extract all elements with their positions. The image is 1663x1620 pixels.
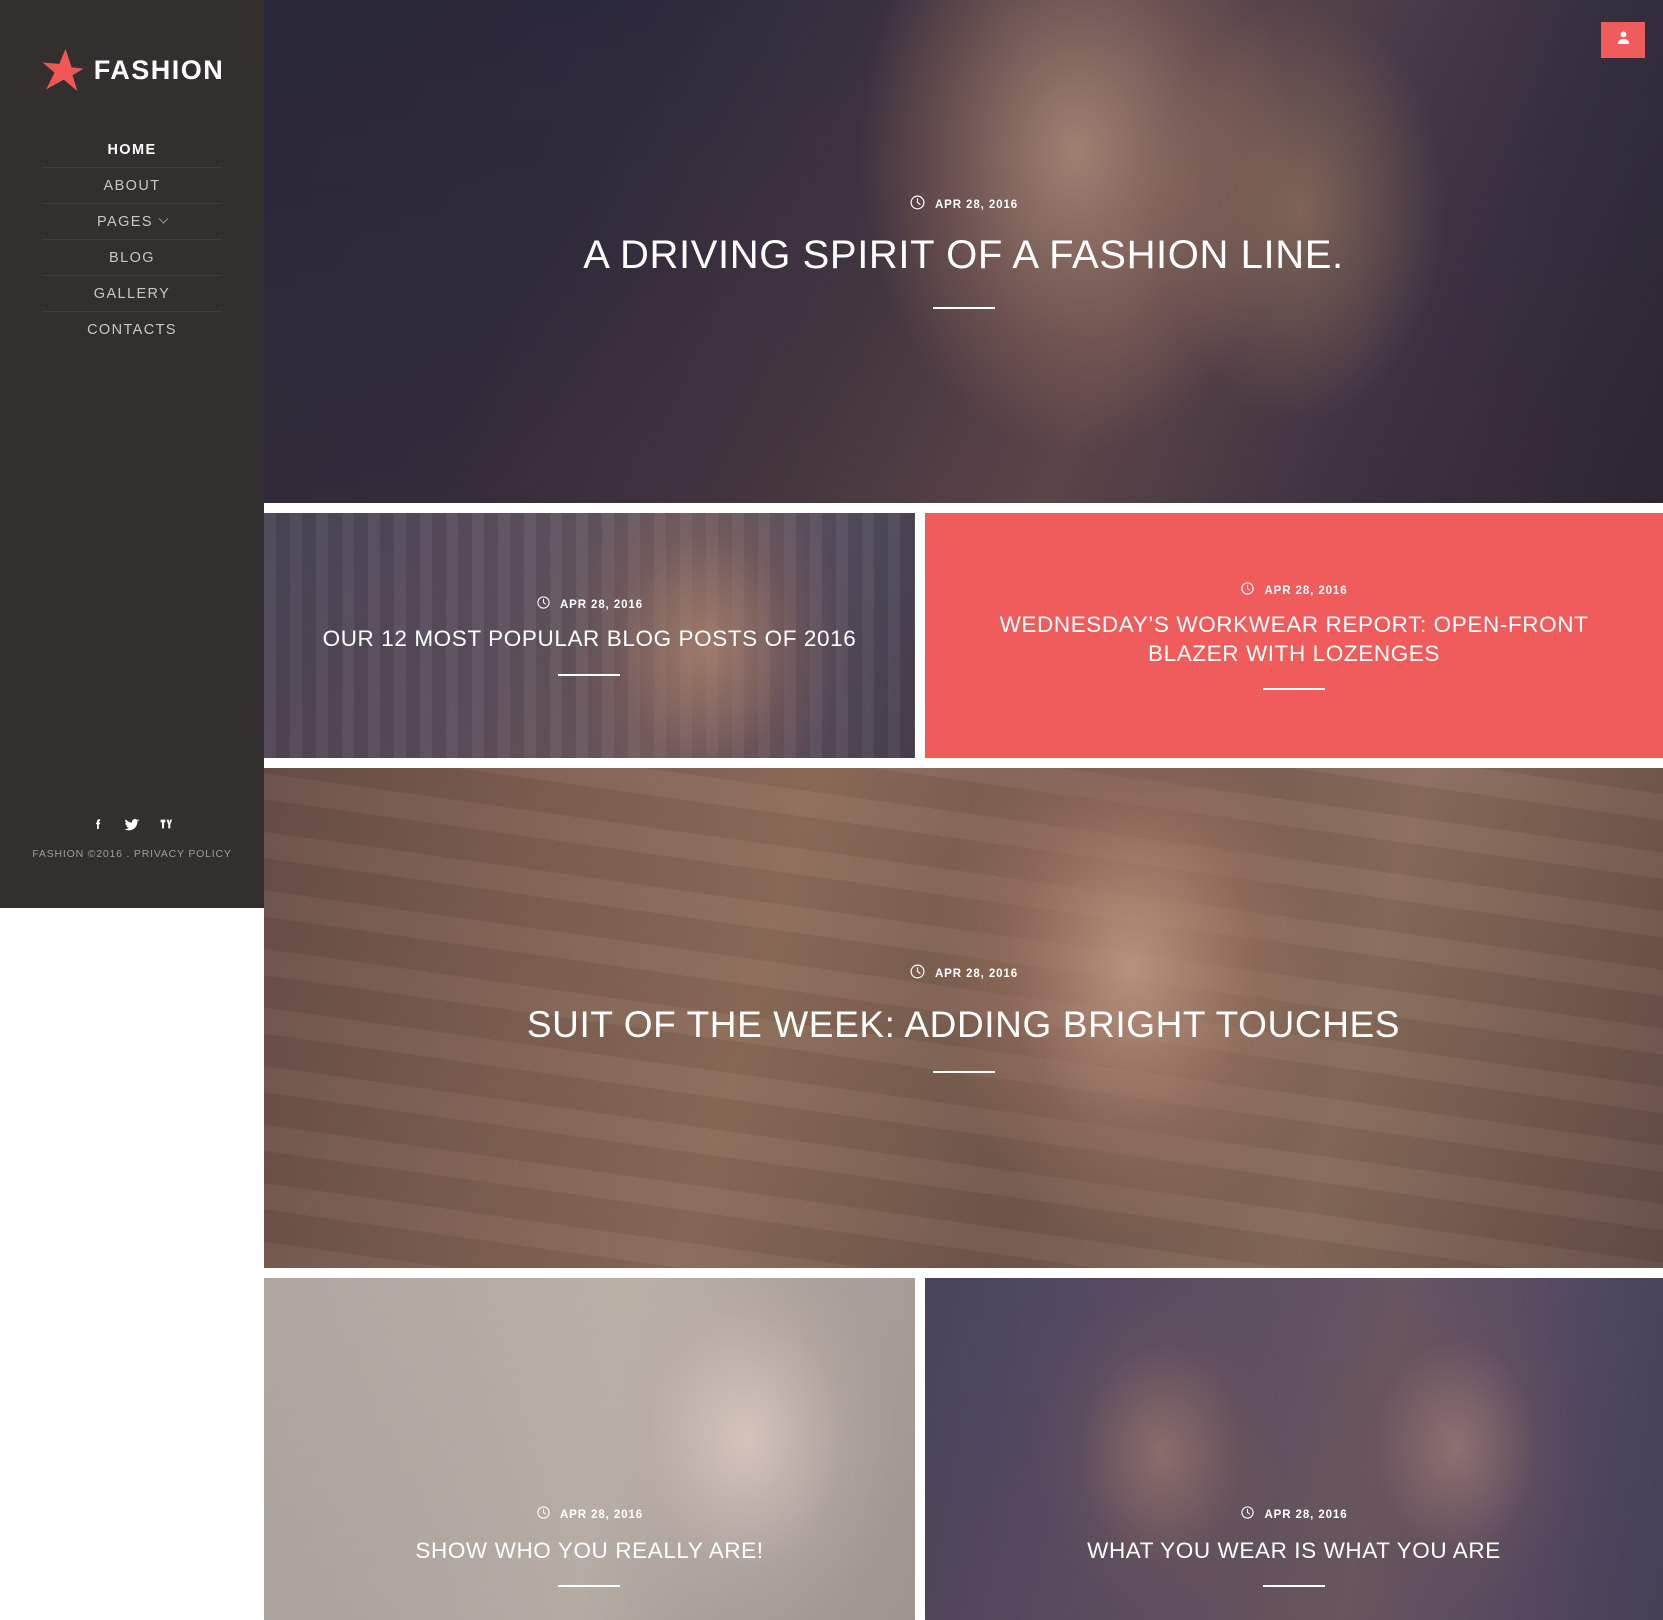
- account-button[interactable]: [1601, 22, 1645, 58]
- sidebar-item-label: PAGES: [97, 213, 153, 230]
- post-card-show[interactable]: APR 28, 2016 SHOW WHO YOU REALLY ARE!: [264, 1278, 915, 1620]
- post-content: APR 28, 2016 A DRIVING SPIRIT OF A FASHI…: [362, 194, 1565, 310]
- sidebar-item-label: ABOUT: [103, 177, 161, 194]
- twitter-icon[interactable]: [123, 816, 141, 834]
- post-meta: APR 28, 2016: [977, 1505, 1612, 1525]
- post-grid: APR 28, 2016 A DRIVING SPIRIT OF A FASHI…: [264, 0, 1663, 1620]
- chevron-down-icon: [158, 213, 169, 224]
- post-title: SHOW WHO YOU REALLY ARE!: [415, 1537, 764, 1563]
- post-title: WHAT YOU WEAR IS WHAT YOU ARE: [1087, 1537, 1501, 1563]
- sidebar-item-label: BLOG: [109, 249, 155, 266]
- post-title: SUIT OF THE WEEK: ADDING BRIGHT TOUCHES: [526, 1004, 1401, 1046]
- clock-icon: [909, 194, 926, 216]
- star-icon: [40, 48, 84, 92]
- post-card-popular[interactable]: APR 28, 2016 OUR 12 MOST POPULAR BLOG PO…: [264, 513, 915, 758]
- sidebar-item-label: CONTACTS: [87, 322, 177, 338]
- post-card-suit[interactable]: APR 28, 2016 SUIT OF THE WEEK: ADDING BR…: [264, 768, 1663, 1268]
- post-row-1: APR 28, 2016 A DRIVING SPIRIT OF A FASHI…: [264, 0, 1663, 503]
- post-date: APR 28, 2016: [934, 198, 1019, 211]
- main-content: APR 28, 2016 A DRIVING SPIRIT OF A FASHI…: [264, 0, 1663, 1620]
- sidebar-item-label: GALLERY: [93, 285, 171, 302]
- post-content: APR 28, 2016 SUIT OF THE WEEK: ADDING BR…: [362, 963, 1565, 1073]
- sidebar: FASHION HOME ABOUT PAGES BLOG GALLERY CO…: [0, 0, 264, 908]
- brand-name: FASHION: [93, 54, 225, 85]
- page-root: FASHION HOME ABOUT PAGES BLOG GALLERY CO…: [0, 0, 1663, 1620]
- youtube-icon[interactable]: [157, 816, 175, 834]
- title-divider: [932, 1070, 995, 1073]
- post-meta: APR 28, 2016: [362, 194, 1565, 216]
- title-divider: [558, 1585, 621, 1588]
- post-row-3: APR 28, 2016 SUIT OF THE WEEK: ADDING BR…: [264, 768, 1663, 1268]
- sidebar-item-home[interactable]: HOME: [42, 132, 222, 168]
- post-date: APR 28, 2016: [559, 1508, 644, 1521]
- post-card-wear[interactable]: APR 28, 2016 WHAT YOU WEAR IS WHAT YOU A…: [925, 1278, 1663, 1620]
- post-card-workwear[interactable]: APR 28, 2016 WEDNESDAY’S WORKWEAR REPORT…: [925, 513, 1663, 758]
- sidebar-item-pages[interactable]: PAGES: [42, 204, 222, 240]
- sidebar-item-blog[interactable]: BLOG: [42, 240, 222, 276]
- post-title: A DRIVING SPIRIT OF A FASHION LINE.: [583, 232, 1344, 277]
- title-divider: [1262, 1585, 1325, 1588]
- sidebar-item-about[interactable]: ABOUT: [42, 168, 222, 204]
- social-links: [0, 816, 264, 834]
- sidebar-item-label: HOME: [107, 141, 157, 158]
- post-date: APR 28, 2016: [1264, 584, 1348, 597]
- sidebar-nav: HOME ABOUT PAGES BLOG GALLERY CONTACTS: [42, 132, 222, 348]
- clock-icon: [909, 963, 926, 985]
- title-divider: [558, 673, 621, 676]
- post-date: APR 28, 2016: [559, 599, 644, 612]
- post-title: OUR 12 MOST POPULAR BLOG POSTS OF 2016: [322, 626, 857, 652]
- clock-icon: [536, 595, 551, 615]
- title-divider: [1262, 688, 1325, 691]
- post-content: APR 28, 2016 OUR 12 MOST POPULAR BLOG PO…: [310, 595, 870, 676]
- post-meta: APR 28, 2016: [310, 1505, 870, 1525]
- sidebar-footer: FASHION ©2016 . PRIVACY POLICY: [0, 816, 264, 860]
- clock-icon: [1240, 581, 1255, 601]
- facebook-icon[interactable]: [89, 816, 107, 834]
- user-icon: [1615, 29, 1632, 51]
- post-row-4: APR 28, 2016 SHOW WHO YOU REALLY ARE! AP…: [264, 1278, 1663, 1620]
- title-divider: [932, 307, 995, 310]
- post-card-hero[interactable]: APR 28, 2016 A DRIVING SPIRIT OF A FASHI…: [264, 0, 1663, 503]
- post-content: APR 28, 2016 WEDNESDAY’S WORKWEAR REPORT…: [977, 581, 1612, 691]
- post-content: APR 28, 2016 SHOW WHO YOU REALLY ARE!: [310, 1505, 870, 1588]
- clock-icon: [536, 1505, 551, 1525]
- sidebar-item-contacts[interactable]: CONTACTS: [42, 312, 222, 348]
- post-title: WEDNESDAY’S WORKWEAR REPORT: OPEN-FRONT …: [999, 611, 1589, 666]
- post-content: APR 28, 2016 WHAT YOU WEAR IS WHAT YOU A…: [977, 1505, 1612, 1588]
- post-row-2: APR 28, 2016 OUR 12 MOST POPULAR BLOG PO…: [264, 513, 1663, 758]
- brand-logo[interactable]: FASHION: [40, 48, 225, 92]
- post-meta: APR 28, 2016: [310, 595, 870, 615]
- clock-icon: [1240, 1505, 1255, 1525]
- copyright-text: FASHION ©2016 . PRIVACY POLICY: [32, 848, 232, 860]
- post-meta: APR 28, 2016: [362, 963, 1565, 985]
- post-date: APR 28, 2016: [1264, 1508, 1348, 1521]
- sidebar-item-gallery[interactable]: GALLERY: [42, 276, 222, 312]
- post-meta: APR 28, 2016: [977, 581, 1612, 601]
- post-date: APR 28, 2016: [934, 968, 1019, 981]
